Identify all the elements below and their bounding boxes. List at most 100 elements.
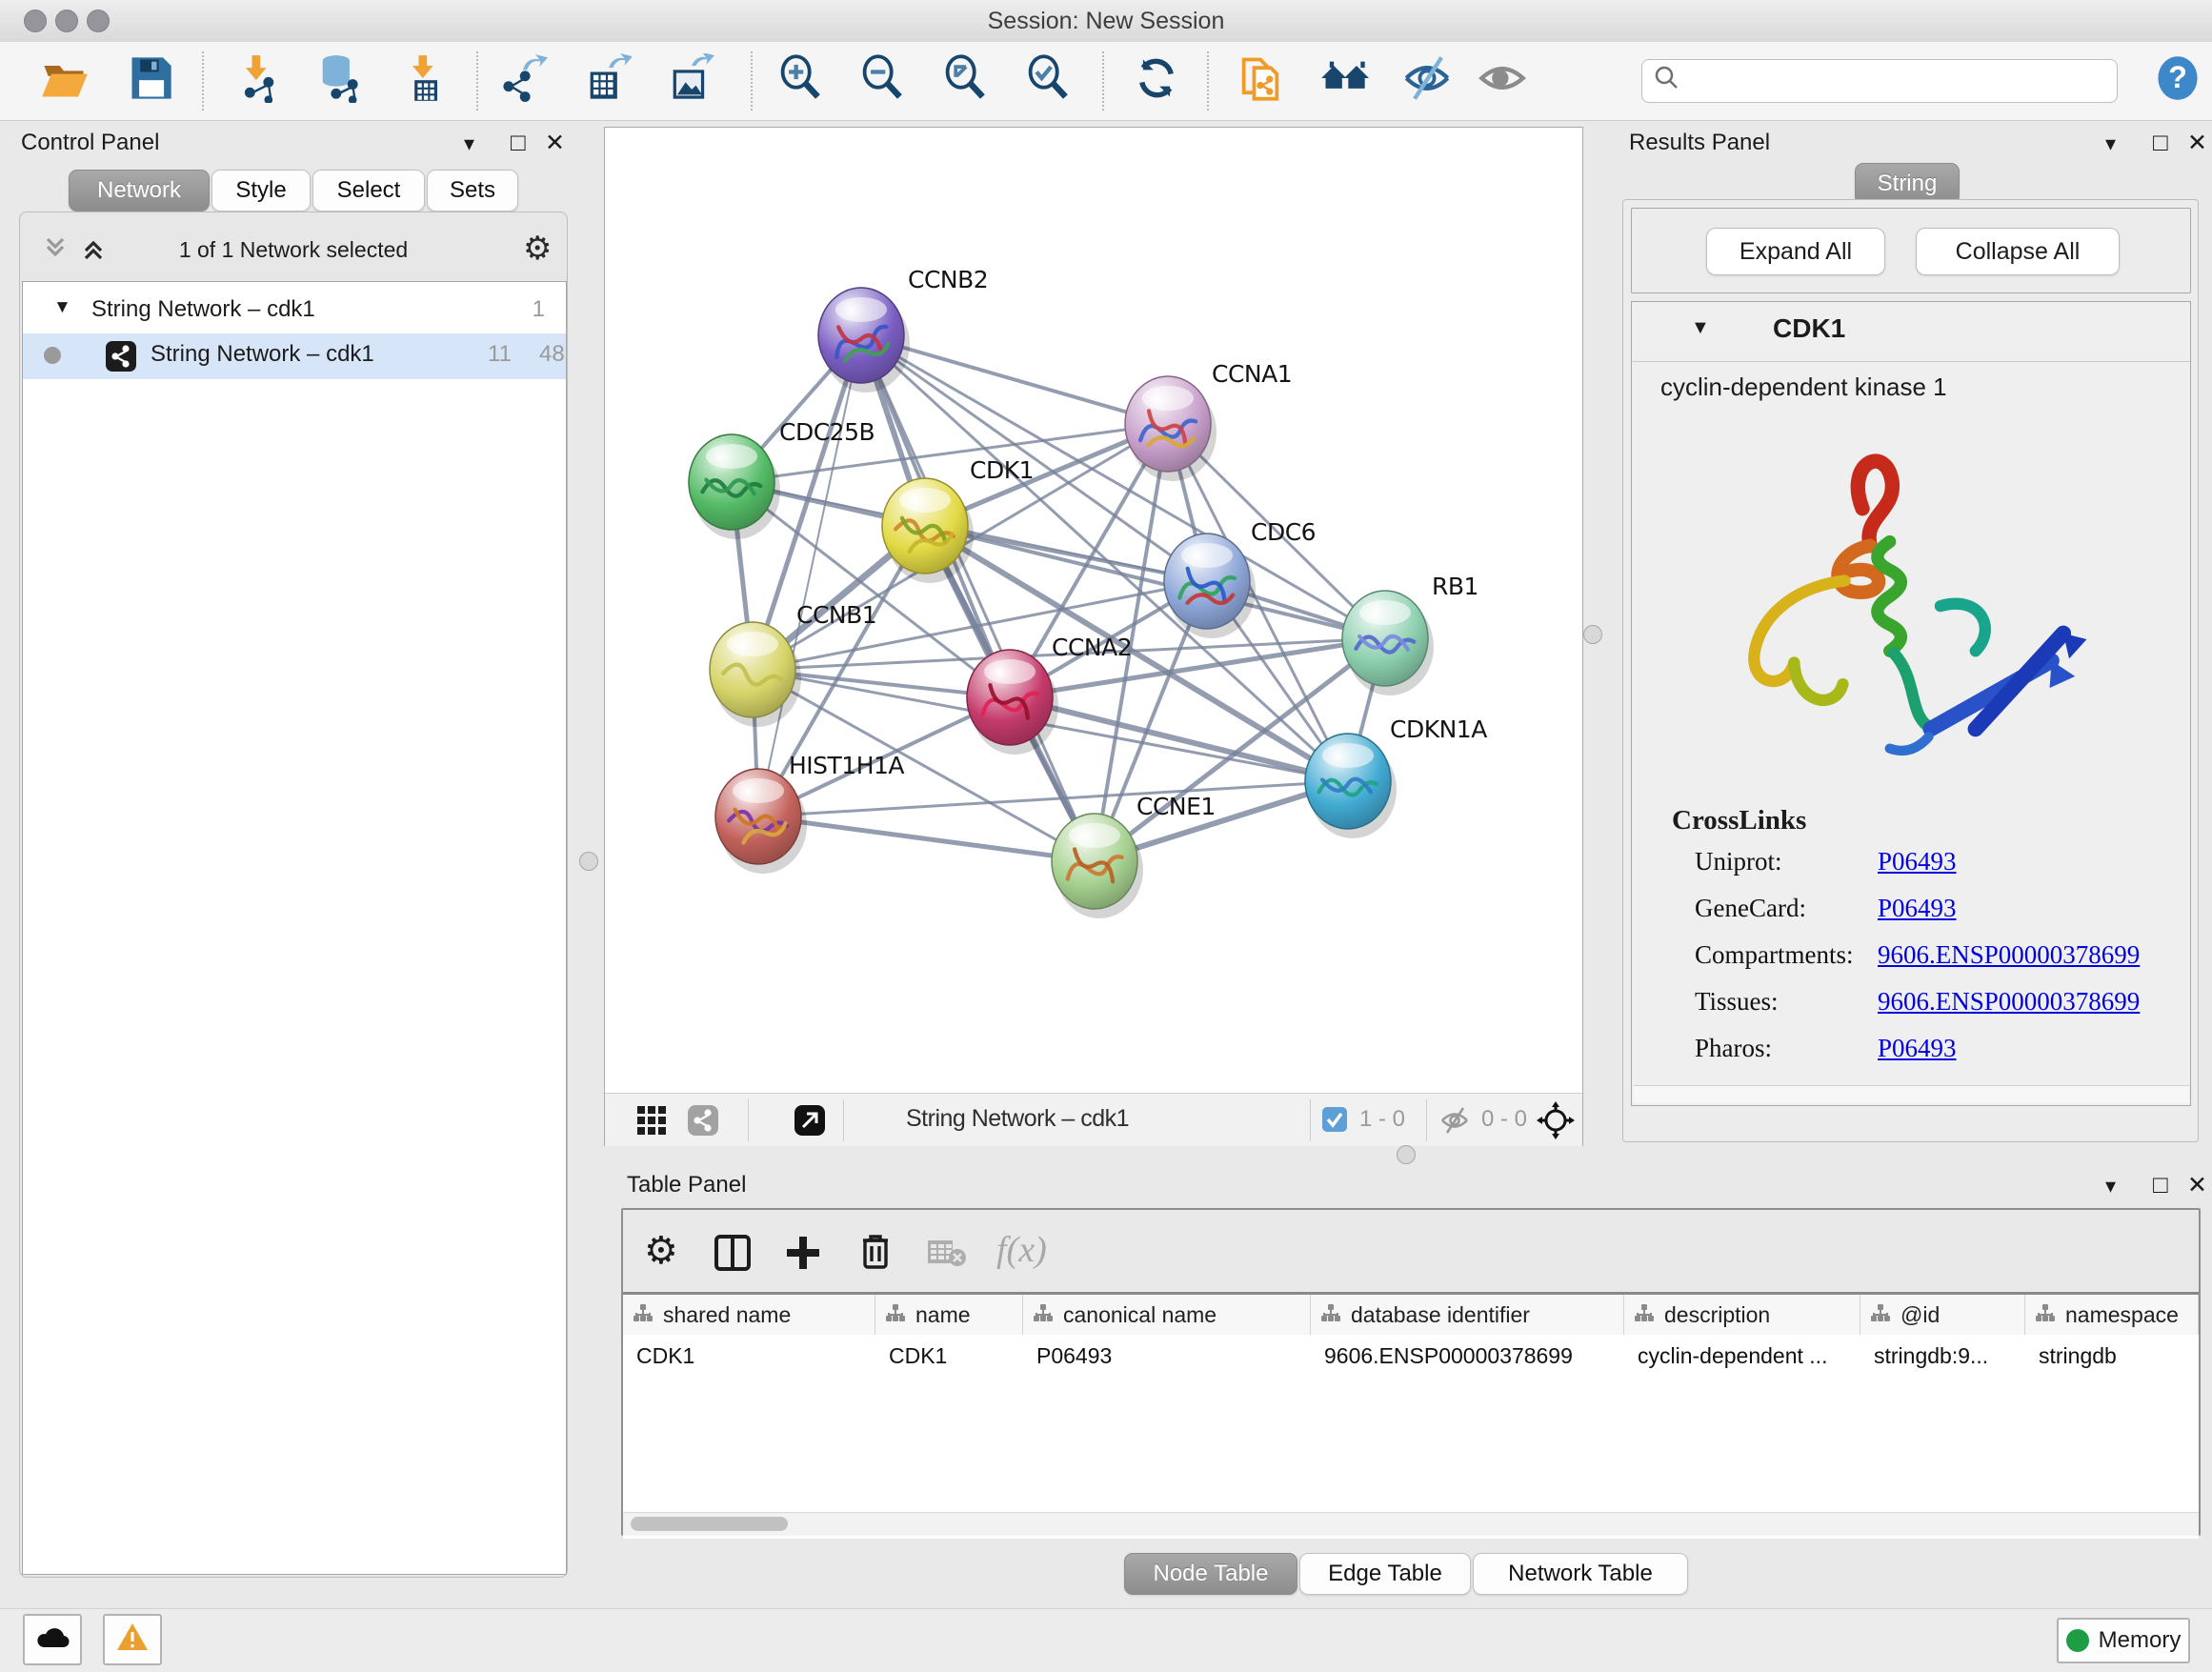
results-horizontal-scrollbar[interactable] [1634, 1085, 2189, 1103]
network-edges [732, 335, 1385, 861]
scrollbar-thumb[interactable] [631, 1517, 788, 1531]
table-horizontal-scrollbar[interactable] [623, 1512, 2199, 1536]
gene-collapse-icon[interactable]: ▼ [1691, 317, 1710, 339]
zoom-in-button[interactable] [774, 54, 827, 108]
column-header-database-identifier[interactable]: database identifier [1311, 1295, 1624, 1335]
table-panel-float-icon[interactable]: ▾ [2105, 1174, 2116, 1199]
network-node[interactable] [1164, 534, 1256, 638]
table-panel-undock-icon[interactable]: □ [2153, 1170, 2168, 1199]
control-panel-float-icon[interactable]: ▾ [464, 131, 474, 156]
results-panel-float-icon[interactable]: ▾ [2105, 131, 2116, 156]
crosslink-value-link[interactable]: 9606.ENSP00000378699 [1878, 987, 2140, 1017]
expand-all-button[interactable]: Expand All [1706, 228, 1885, 275]
network-node[interactable] [715, 769, 807, 874]
crosslink-value-link[interactable]: 9606.ENSP00000378699 [1878, 940, 2140, 970]
zoom-selected-button[interactable] [1021, 54, 1075, 108]
network-node[interactable] [1052, 814, 1143, 918]
apply-layout-button[interactable] [1130, 54, 1183, 108]
zoom-fit-button[interactable] [938, 54, 992, 108]
hide-selected-button[interactable] [1400, 54, 1454, 108]
memory-status-button[interactable]: Memory [2057, 1618, 2190, 1663]
network-node[interactable] [967, 650, 1058, 755]
warnings-button[interactable] [103, 1614, 162, 1665]
save-session-button[interactable] [124, 54, 177, 108]
collection-expand-icon[interactable]: ▼ [53, 297, 71, 318]
protein-structure-image [1699, 414, 2108, 786]
results-panel-close-icon[interactable]: ✕ [2187, 129, 2207, 157]
crosslink-value-link[interactable]: P06493 [1878, 1034, 1957, 1063]
crosslink-label: Tissues: [1695, 987, 1878, 1017]
left-splitter-handle[interactable] [579, 852, 598, 871]
cytoscape-window: { "window": {"title": "Session: New Sess… [0, 0, 2212, 1671]
results-panel: Results Panel ▾ □ ✕ String Expand All Co… [1612, 120, 2212, 1160]
hidden-node-edge-count: 0 - 0 [1481, 1106, 1527, 1133]
create-column-plus-icon[interactable] [783, 1233, 823, 1279]
search-input[interactable] [1641, 59, 2118, 103]
network-collection-row[interactable]: ▼ String Network – cdk1 1 [23, 290, 566, 333]
zoom-out-button[interactable] [855, 54, 909, 108]
crosslink-value-link[interactable]: P06493 [1878, 894, 1957, 923]
tab-style[interactable]: Style [211, 170, 311, 212]
refresh-icon [1132, 53, 1181, 109]
crosslink-value-link[interactable]: P06493 [1878, 847, 1957, 876]
tab-select[interactable]: Select [312, 170, 425, 212]
tab-network[interactable]: Network [69, 170, 210, 212]
tab-sets[interactable]: Sets [427, 170, 518, 212]
crosslink-label: Pharos: [1695, 1034, 1878, 1063]
image-export-icon [665, 53, 714, 109]
network-options-gear-icon[interactable]: ⚙ [523, 230, 552, 268]
tab-edge-table[interactable]: Edge Table [1299, 1553, 1471, 1595]
import-table-button[interactable] [398, 54, 452, 108]
table-row[interactable]: CDK1CDK1P064939606.ENSP00000378699cyclin… [623, 1335, 2199, 1377]
shared-column-icon [1320, 1302, 1341, 1328]
show-all-button[interactable] [1476, 54, 1529, 108]
help-button[interactable]: ? [2151, 54, 2204, 108]
toolbar-separator [202, 51, 204, 111]
show-columns-icon[interactable] [713, 1233, 753, 1279]
column-header-namespace[interactable]: namespace [2025, 1295, 2199, 1335]
network-node[interactable] [1305, 734, 1397, 838]
table-cell: cyclin-dependent ... [1624, 1335, 1860, 1377]
table-panel-close-icon[interactable]: ✕ [2187, 1171, 2207, 1199]
tab-network-table[interactable]: Network Table [1473, 1553, 1688, 1595]
network-node[interactable] [1125, 376, 1217, 481]
network-node[interactable] [1342, 591, 1434, 695]
delete-column-trash-icon[interactable] [855, 1231, 895, 1277]
column-header-shared-name[interactable]: shared name [623, 1295, 875, 1335]
network-node[interactable] [818, 288, 910, 393]
network-node[interactable] [882, 478, 974, 583]
toolbar-separator [843, 1099, 844, 1141]
column-header--id[interactable]: @id [1860, 1295, 2025, 1335]
table-cell: CDK1 [875, 1335, 1023, 1377]
results-panel-undock-icon[interactable]: □ [2153, 128, 2168, 157]
birdseye-grid-icon[interactable] [635, 1104, 668, 1142]
table-options-gear-icon[interactable]: ⚙ [644, 1229, 678, 1273]
network-row-selected[interactable]: String Network – cdk1 11 48 [23, 333, 566, 379]
column-header-canonical-name[interactable]: canonical name [1023, 1295, 1311, 1335]
export-table-button[interactable] [580, 54, 633, 108]
import-network-database-button[interactable] [312, 54, 365, 108]
export-network-button[interactable] [496, 54, 550, 108]
node-label: CDK1 [970, 456, 1034, 484]
string-import-button[interactable] [1234, 54, 1287, 108]
control-panel-undock-icon[interactable]: □ [511, 128, 526, 157]
network-share-icon[interactable] [687, 1104, 719, 1142]
home-view-button[interactable] [1317, 54, 1371, 108]
tab-node-table[interactable]: Node Table [1124, 1553, 1297, 1595]
network-canvas[interactable]: CCNB2CCNA1CDC25BCDK1CDC6RB1CCNB1CCNA2CDK… [605, 128, 1582, 1093]
import-network-file-button[interactable] [231, 54, 285, 108]
open-in-window-icon[interactable] [794, 1104, 826, 1142]
column-header-name[interactable]: name [875, 1295, 1023, 1335]
control-panel-close-icon[interactable]: ✕ [545, 129, 565, 157]
table-cell: CDK1 [623, 1335, 875, 1377]
export-image-button[interactable] [663, 54, 716, 108]
collapse-all-button[interactable]: Collapse All [1916, 228, 2120, 275]
fit-selected-crosshair-icon[interactable] [1537, 1101, 1575, 1145]
open-session-button[interactable] [38, 54, 91, 108]
cloud-status-button[interactable] [23, 1614, 82, 1665]
right-splitter-handle[interactable] [1583, 625, 1602, 644]
eye-slash-blue-icon [1402, 53, 1452, 109]
column-header-description[interactable]: description [1624, 1295, 1860, 1335]
table-panel: Table Panel ▾ □ ✕ ⚙ f(x) shared namename… [604, 1160, 2212, 1608]
network-node[interactable] [689, 434, 780, 539]
